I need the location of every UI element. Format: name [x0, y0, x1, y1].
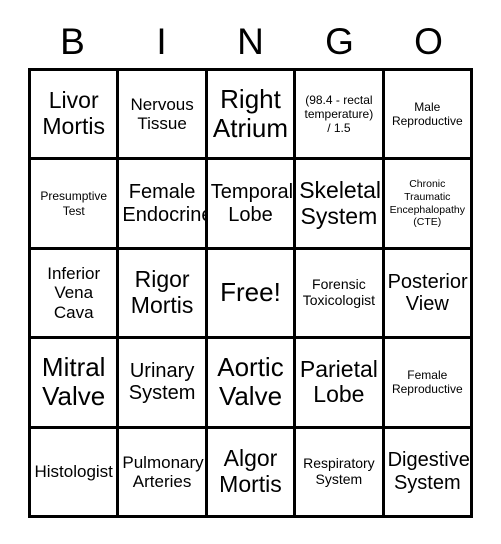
bingo-cell-label: Nervous Tissue — [130, 95, 194, 134]
bingo-cell-r2-c1[interactable]: Presumptive Test — [31, 160, 120, 250]
bingo-cell-label: Parietal Lobe — [299, 355, 378, 408]
bingo-cell-label: Rigor Mortis — [130, 266, 194, 318]
bingo-cell-r1-c1[interactable]: Livor Mortis — [31, 71, 120, 161]
bingo-cell-label: Histologist — [34, 462, 113, 482]
header-letter-o: O — [414, 20, 443, 62]
bingo-cell-label: Inferior Vena Cava — [47, 264, 101, 322]
header-letter-i: I — [156, 20, 167, 62]
bingo-cell-r4-c3[interactable]: Aortic Valve — [207, 339, 297, 429]
bingo-cell-r4-c4[interactable]: Parietal Lobe — [296, 339, 385, 429]
header-letter-b: B — [60, 20, 85, 62]
bingo-cell-label: Female Endocrine — [122, 181, 208, 226]
bingo-cell-label: Mitral Valve — [41, 352, 106, 412]
bingo-cell-r2-c3[interactable]: Temporal Lobe — [207, 160, 297, 250]
bingo-cell-label: Urinary System — [128, 360, 196, 405]
bingo-cell-label: Posterior View — [387, 270, 468, 315]
bingo-cell-label: Female Reproductive — [391, 368, 463, 397]
bingo-cell-r2-c5[interactable]: Chronic Traumatic Encephalopathy (CTE) — [384, 160, 473, 250]
bingo-card: B I N G O Livor Mortis Nervous Tissue Righ… — [0, 0, 501, 544]
bingo-cell-label: Presumptive Test — [40, 189, 108, 218]
bingo-grid: Livor Mortis Nervous Tissue Right Atrium (9… — [28, 68, 473, 518]
bingo-cell-label: Respiratory System — [303, 455, 375, 487]
bingo-cell-r3-c1[interactable]: Inferior Vena Cava — [31, 249, 120, 340]
bingo-cell-r5-c4[interactable]: Respiratory System — [296, 428, 385, 518]
header-letter-n: N — [237, 20, 264, 62]
bingo-header-row: B I N G O — [28, 14, 473, 68]
bingo-cell-label: Forensic Toxicologist — [302, 276, 376, 308]
bingo-cell-label: Male Reproductive — [391, 99, 463, 129]
bingo-cell-free[interactable]: Free! — [207, 249, 297, 340]
bingo-cell-r4-c5[interactable]: Female Reproductive — [384, 339, 473, 429]
bingo-cell-label: Algor Mortis — [219, 445, 282, 497]
bingo-cell-r3-c2[interactable]: Rigor Mortis — [119, 249, 208, 340]
bingo-cell-r2-c4[interactable]: Skeletal System — [296, 160, 385, 250]
bingo-cell-label: (98.4 - rectal temperature) / 1.5 — [304, 92, 374, 136]
bingo-cell-r2-c2[interactable]: Female Endocrine — [119, 160, 208, 250]
bingo-cell-label: Chronic Traumatic Encephalopathy (CTE) — [389, 178, 465, 229]
bingo-cell-label: Aortic Valve — [217, 352, 284, 412]
header-letter-g: G — [325, 20, 354, 62]
bingo-cell-r3-c4[interactable]: Forensic Toxicologist — [296, 249, 385, 340]
bingo-cell-r1-c4[interactable]: (98.4 - rectal temperature) / 1.5 — [296, 71, 385, 161]
bingo-cell-r1-c3[interactable]: Right Atrium — [207, 71, 297, 161]
bingo-cell-r4-c1[interactable]: Mitral Valve — [31, 339, 120, 429]
bingo-cell-r5-c3[interactable]: Algor Mortis — [207, 428, 297, 518]
bingo-cell-label: Pulmonary Arteries — [122, 452, 204, 491]
bingo-cell-label: Livor Mortis — [42, 87, 105, 140]
bingo-cell-label: Right Atrium — [212, 84, 289, 144]
bingo-cell-label: Skeletal System — [299, 176, 382, 229]
bingo-cell-r5-c1[interactable]: Histologist — [31, 428, 120, 518]
bingo-cell-label: Digestive System — [387, 449, 470, 494]
bingo-cell-r5-c5[interactable]: Digestive System — [384, 428, 473, 518]
bingo-cell-r1-c2[interactable]: Nervous Tissue — [119, 71, 208, 161]
bingo-cell-label: Temporal Lobe — [210, 181, 294, 226]
bingo-cell-r1-c5[interactable]: Male Reproductive — [384, 71, 473, 161]
bingo-cell-r4-c2[interactable]: Urinary System — [119, 339, 208, 429]
bingo-cell-label: Free! — [220, 277, 281, 308]
bingo-cell-r5-c2[interactable]: Pulmonary Arteries — [119, 428, 208, 518]
bingo-cell-r3-c5[interactable]: Posterior View — [384, 249, 473, 340]
